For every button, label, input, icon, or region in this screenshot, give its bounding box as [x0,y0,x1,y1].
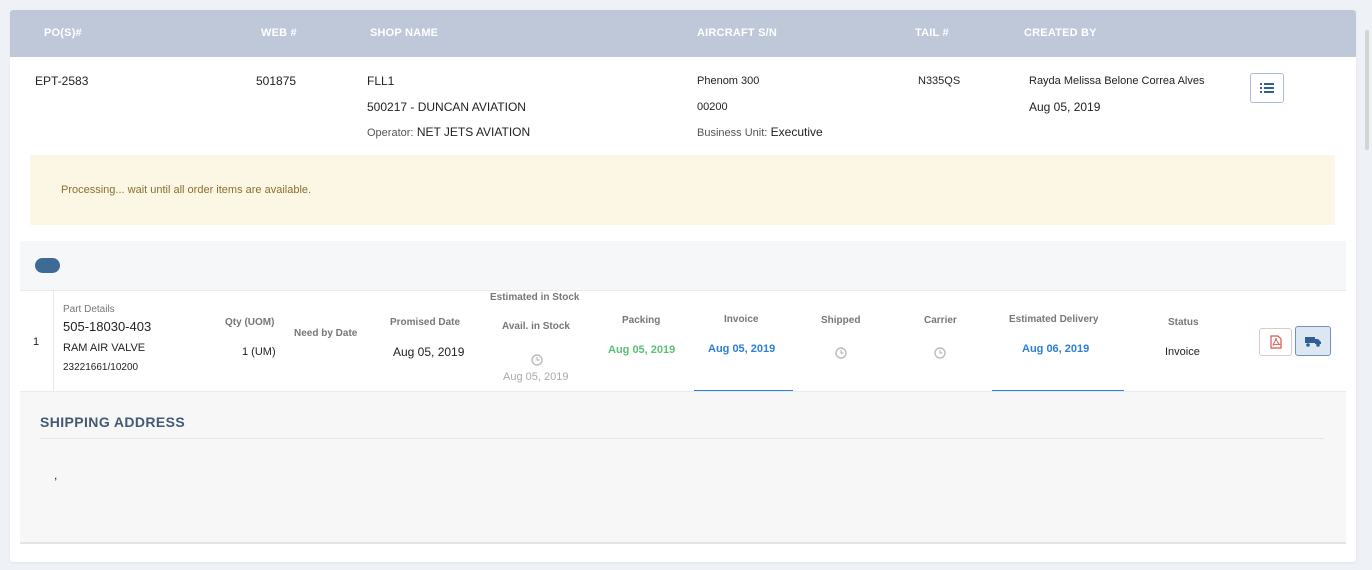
aircraft-sn: 00200 [697,101,728,113]
items-toolbar [20,241,1346,290]
carrier-label: Carrier [924,315,957,326]
part-ref: 23221661/10200 [63,362,139,373]
business-unit-value: Executive [770,125,823,139]
shipping-address-text: , [54,468,58,482]
truck-icon [1305,337,1321,347]
est-delivery-date[interactable]: Aug 06, 2019 [1022,343,1089,355]
shop-name: 500217 - DUNCAN AVIATION [367,100,526,114]
created-header: CREATED BY [1024,27,1097,39]
details-button[interactable] [1250,73,1284,103]
shop-header: SHOP NAME [370,27,439,39]
est-delivery-underline [992,390,1124,391]
shipping-divider [40,438,1324,439]
processing-alert: Processing... wait until all order items… [30,155,1335,225]
truck-button[interactable] [1295,326,1331,356]
business-unit: Business Unit: Executive [697,125,823,139]
aircraft-model: Phenom 300 [697,75,760,87]
created-by-name: Rayda Melissa Belone Correa Alves [1029,75,1205,87]
part-description: RAM AIR VALVE [63,342,146,354]
business-unit-label: Business Unit: [697,127,768,139]
pdf-button[interactable] [1259,328,1292,356]
invoice-underline [694,390,793,391]
status-label: Status [1168,317,1199,328]
status-value: Invoice [1165,346,1200,358]
part-number: 505-18030-403 [63,319,152,334]
clock-icon [835,347,847,359]
est-delivery-label: Estimated Delivery [1009,314,1099,325]
tail-header: TAIL # [915,27,949,39]
part-details-label: Part Details [63,304,115,315]
shop-code: FLL1 [367,74,395,88]
clock-icon [934,347,946,359]
expand-toggle[interactable] [35,258,60,273]
packing-date: Aug 05, 2019 [608,344,676,356]
pdf-icon [1269,335,1282,349]
qty-label: Qty (UOM) [225,317,275,328]
tail-number: N335QS [918,75,961,87]
table-row: 1 Part Details 505-18030-403 RAM AIR VAL… [20,290,1346,392]
qty-value: 1 (UM) [242,346,276,358]
invoice-date[interactable]: Aug 05, 2019 [708,343,775,355]
shipping-address-panel: SHIPPING ADDRESS , [20,392,1346,544]
invoice-label: Invoice [724,314,759,325]
web-header: WEB # [261,27,297,39]
item-index: 1 [33,336,40,348]
operator-value: NET JETS AVIATION [416,125,531,139]
shipped-label: Shipped [821,315,861,326]
shipping-address-title: SHIPPING ADDRESS [40,414,186,430]
est-stock-label: Estimated in Stock [490,292,580,303]
operator: Operator: NET JETS AVIATION [367,125,530,139]
row-divider [53,291,54,391]
table-header: PO(S)# WEB # SHOP NAME AIRCRAFT S/N TAIL… [10,10,1356,57]
list-icon [1260,83,1274,93]
po-number: EPT-2583 [35,74,89,88]
created-date: Aug 05, 2019 [1029,100,1101,114]
alert-message: Processing... wait until all order items… [61,184,312,196]
scrollbar[interactable] [1365,30,1369,150]
aircraft-header: AIRCRAFT S/N [697,27,778,39]
clock-icon [531,354,543,366]
po-header: PO(S)# [44,27,82,39]
avail-label: Avail. in Stock [502,321,570,332]
web-number: 501875 [256,74,297,88]
packing-label: Packing [622,315,661,326]
need-by-label: Need by Date [294,328,358,339]
avail-date: Aug 05, 2019 [503,371,569,383]
promised-date: Aug 05, 2019 [393,345,465,359]
order-card: PO(S)# WEB # SHOP NAME AIRCRAFT S/N TAIL… [10,10,1356,562]
promised-label: Promised Date [390,317,461,328]
operator-label: Operator: [367,127,414,139]
